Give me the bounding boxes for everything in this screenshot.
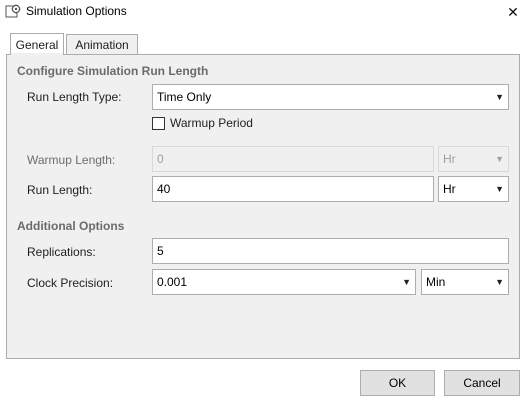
close-icon: ✕ xyxy=(507,3,519,20)
warmup-length-value: 0 xyxy=(157,152,164,166)
tab-general-label: General xyxy=(15,37,59,52)
run-length-type-label: Run Length Type: xyxy=(27,90,122,104)
run-length-value: 40 xyxy=(157,182,171,196)
warmup-length-unit-select: Hr ▼ xyxy=(438,146,509,172)
tab-animation[interactable]: Animation xyxy=(66,34,138,55)
run-length-unit-select[interactable]: Hr ▼ xyxy=(438,176,509,202)
warmup-length-unit-value: Hr xyxy=(443,152,456,166)
replications-value: 5 xyxy=(157,244,164,258)
run-length-unit-value: Hr xyxy=(443,182,456,196)
title-bar: Simulation Options ✕ xyxy=(0,0,527,26)
chevron-down-icon: ▼ xyxy=(495,184,504,194)
chevron-down-icon: ▼ xyxy=(495,92,504,102)
tab-general[interactable]: General xyxy=(10,33,64,55)
cancel-button[interactable]: Cancel xyxy=(444,370,520,396)
run-length-type-value: Time Only xyxy=(157,90,212,104)
run-length-type-select[interactable]: Time Only ▼ xyxy=(152,84,509,110)
tab-animation-label: Animation xyxy=(75,38,129,52)
run-length-section-heading: Configure Simulation Run Length xyxy=(17,64,209,78)
tab-join xyxy=(11,53,63,55)
clock-precision-value: 0.001 xyxy=(157,275,188,289)
run-length-input[interactable]: 40 xyxy=(152,176,434,202)
replications-input[interactable]: 5 xyxy=(152,238,509,264)
clock-precision-unit-value: Min xyxy=(426,275,446,289)
run-length-label: Run Length: xyxy=(27,183,93,197)
warmup-length-input: 0 xyxy=(152,146,434,172)
chevron-down-icon: ▼ xyxy=(402,277,411,287)
warmup-period-label[interactable]: Warmup Period xyxy=(170,116,253,130)
gear-icon xyxy=(5,4,21,18)
window-title: Simulation Options xyxy=(26,4,127,18)
close-button[interactable]: ✕ xyxy=(500,0,526,24)
warmup-length-label: Warmup Length: xyxy=(27,153,116,167)
replications-label: Replications: xyxy=(27,245,96,259)
additional-options-heading: Additional Options xyxy=(17,219,125,233)
clock-precision-select[interactable]: 0.001 ▼ xyxy=(152,269,416,295)
chevron-down-icon: ▼ xyxy=(495,277,504,287)
ok-button[interactable]: OK xyxy=(360,370,435,396)
clock-precision-label: Clock Precision: xyxy=(27,276,114,290)
warmup-period-checkbox[interactable] xyxy=(152,117,165,130)
clock-precision-unit-select[interactable]: Min ▼ xyxy=(421,269,509,295)
chevron-down-icon: ▼ xyxy=(495,154,504,164)
